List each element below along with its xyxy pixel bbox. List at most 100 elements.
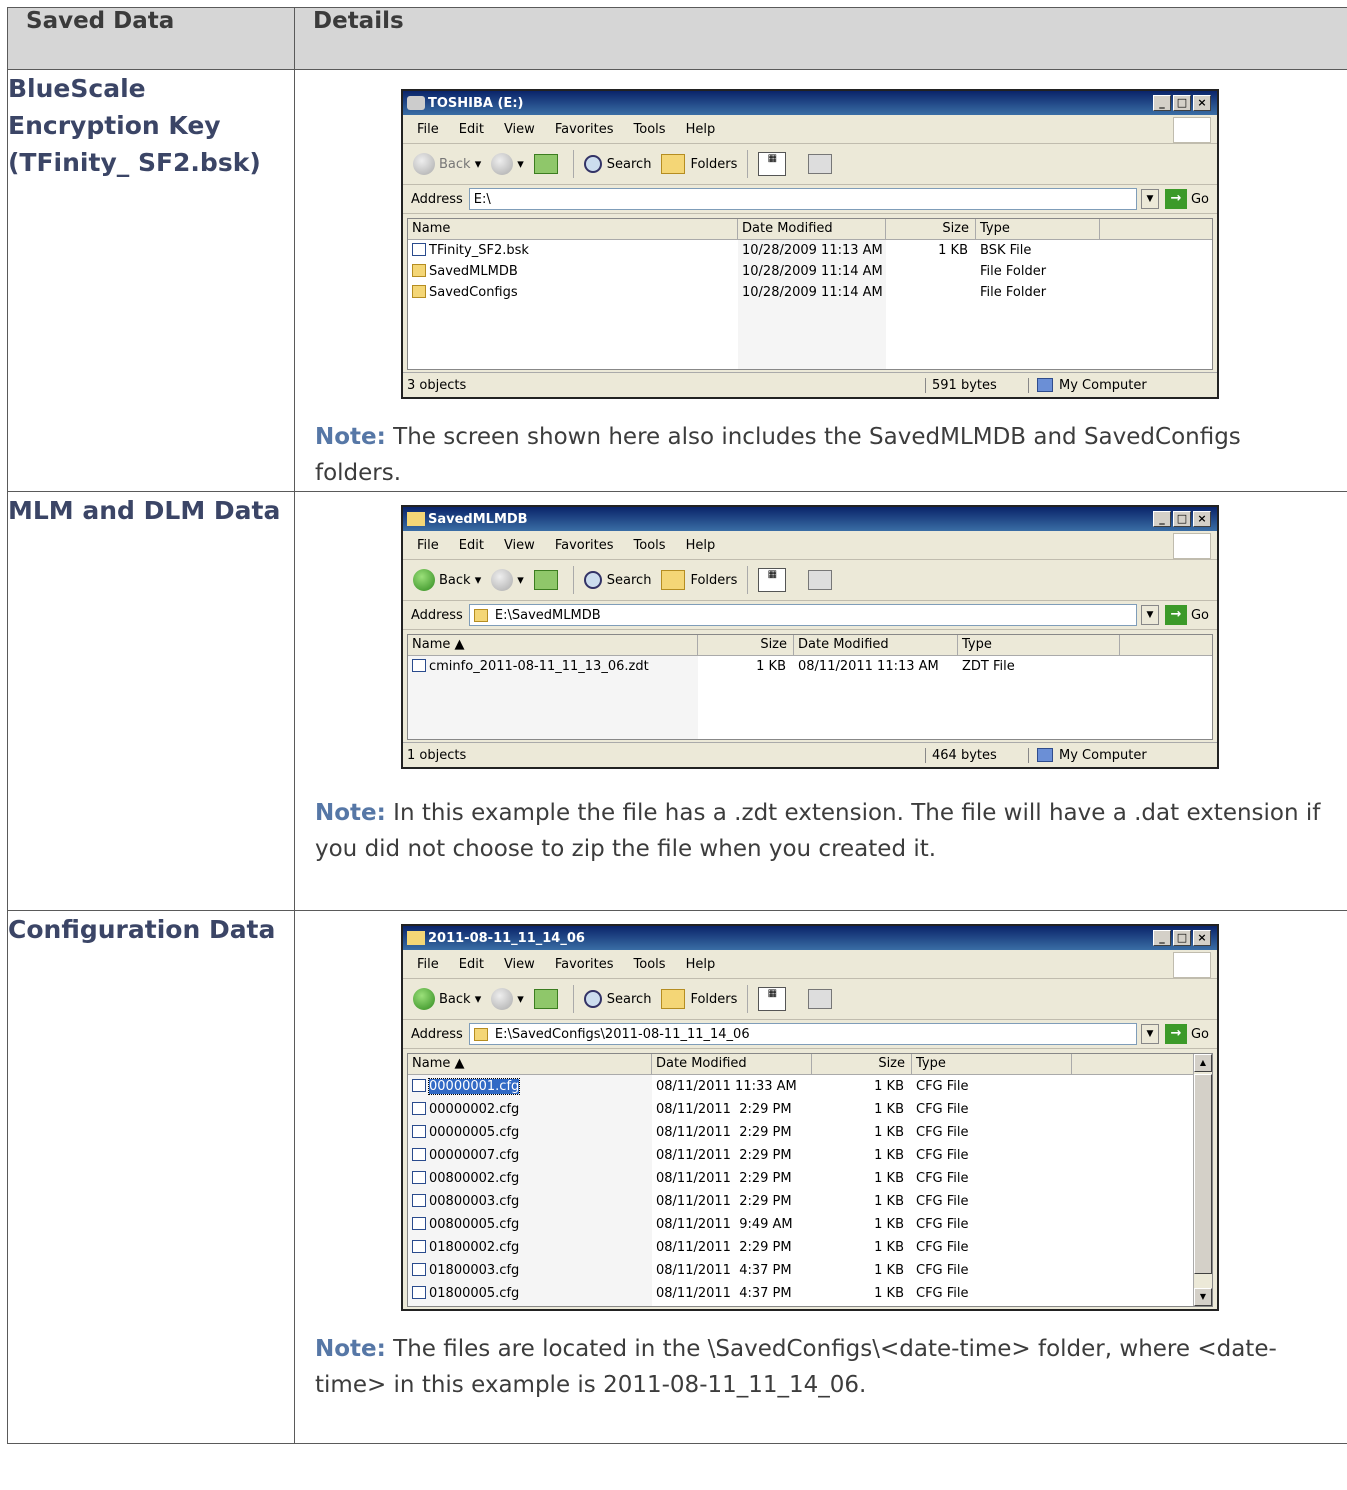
file-row[interactable]: 00000007.cfg 08/11/2011 2:29 PM 1 KB CFG Fi… [408,1144,1212,1167]
close-button[interactable]: × [1193,930,1211,946]
up-folder-button[interactable] [533,154,563,174]
column-size[interactable]: Size [812,1054,912,1074]
go-button[interactable]: → Go [1164,189,1209,209]
views-button[interactable]: ▦ [758,152,798,176]
menu-file[interactable]: File [417,957,439,972]
column-name[interactable]: Name [408,219,738,239]
menu-view[interactable]: View [504,538,535,553]
minimize-button[interactable]: _ [1153,95,1171,111]
menu-view[interactable]: View [504,122,535,137]
menu-help[interactable]: Help [686,122,716,137]
forward-button[interactable]: ▾ [491,153,524,175]
file-row[interactable]: 00000001.cfg 08/11/2011 11:33 AM 1 KB CFG F… [408,1075,1212,1098]
file-row[interactable]: 00800005.cfg 08/11/2011 9:49 AM 1 KB CFG Fi… [408,1213,1212,1236]
folders-button[interactable]: Folders [661,570,737,590]
column-date-modified[interactable]: Date Modified [738,219,886,239]
go-label: Go [1190,191,1209,207]
views-button[interactable]: ▦ [758,568,798,592]
menu-file[interactable]: File [417,538,439,553]
address-input[interactable]: E:\SavedMLMDB [468,604,1137,626]
folder-options-button[interactable] [808,154,837,174]
maximize-button[interactable]: □ [1173,95,1191,111]
file-name: TFinity_SF2.bsk [429,243,529,258]
status-bar: 3 objects 591 bytes My Computer [403,372,1217,397]
file-name: 00000001.cfg [427,1078,521,1095]
close-button[interactable]: × [1193,511,1211,527]
menu-favorites[interactable]: Favorites [555,122,614,137]
folder-options-button[interactable] [808,989,837,1009]
column-date-modified[interactable]: Date Modified [794,635,958,655]
menu-favorites[interactable]: Favorites [555,538,614,553]
file-row[interactable]: SavedMLMDB 10/28/2009 11:14 AM File Fold… [408,261,1212,282]
forward-arrow-icon [491,988,514,1010]
file-row[interactable]: 00800003.cfg 08/11/2011 2:29 PM 1 KB CFG Fi… [408,1190,1212,1213]
back-button[interactable]: Back ▾ [413,569,481,591]
folders-button[interactable]: Folders [661,989,737,1009]
maximize-button[interactable]: □ [1173,930,1191,946]
menu-edit[interactable]: Edit [459,122,484,137]
scroll-up-button[interactable]: ▲ [1194,1054,1212,1072]
file-row[interactable]: 01800002.cfg 08/11/2011 2:29 PM 1 KB CFG Fi… [408,1236,1212,1259]
menu-help[interactable]: Help [686,957,716,972]
file-row[interactable]: 00000005.cfg 08/11/2011 2:29 PM 1 KB CFG Fi… [408,1121,1212,1144]
back-button[interactable]: Back ▾ [413,988,481,1010]
vertical-scrollbar[interactable]: ▲ ▼ [1193,1054,1212,1306]
scroll-down-button[interactable]: ▼ [1194,1288,1212,1306]
column-date-modified[interactable]: Date Modified [652,1054,812,1074]
file-type: CFG File [916,1148,969,1163]
back-label: Back [439,156,471,172]
table-header-row: Saved Data Details [7,7,1347,70]
column-name[interactable]: Name ▲ [408,1054,652,1074]
menu-edit[interactable]: Edit [459,957,484,972]
search-button[interactable]: Search [583,155,651,173]
address-dropdown-button[interactable]: ▼ [1140,1024,1159,1044]
back-button[interactable]: Back ▾ [413,153,481,175]
up-folder-button[interactable] [533,989,563,1009]
folder-icon [661,570,686,590]
file-row[interactable]: cminfo_2011-08-11_11_13_06.zdt 1 KB 08/1… [408,656,1212,677]
address-dropdown-button[interactable]: ▼ [1140,605,1159,625]
address-input[interactable]: E:\SavedConfigs\2011-08-11_11_14_06 [468,1023,1137,1045]
menu-view[interactable]: View [504,957,535,972]
menu-help[interactable]: Help [686,538,716,553]
minimize-button[interactable]: _ [1153,930,1171,946]
file-row[interactable]: SavedConfigs 10/28/2009 11:14 AM File Fo… [408,282,1212,303]
toolbar: Back ▾ ▾ Search Folders ▦ [403,560,1217,601]
file-list-header: Name Date Modified Size Type [408,219,1212,240]
column-size[interactable]: Size [698,635,794,655]
views-button[interactable]: ▦ [758,987,798,1011]
column-type[interactable]: Type [976,219,1100,239]
file-row[interactable]: TFinity_SF2.bsk 10/28/2009 11:13 AM 1 KB… [408,240,1212,261]
menu-favorites[interactable]: Favorites [555,957,614,972]
forward-button[interactable]: ▾ [491,569,524,591]
go-button[interactable]: → Go [1164,605,1209,625]
menu-tools[interactable]: Tools [634,122,666,137]
file-row[interactable]: 00800002.cfg 08/11/2011 2:29 PM 1 KB CFG Fi… [408,1167,1212,1190]
folders-button[interactable]: Folders [661,154,737,174]
search-button[interactable]: Search [583,990,651,1008]
folder-options-button[interactable] [808,570,837,590]
file-row[interactable]: 01800005.cfg 08/11/2011 4:37 PM 1 KB CFG Fi… [408,1282,1212,1305]
menu-file[interactable]: File [417,122,439,137]
close-button[interactable]: × [1193,95,1211,111]
menu-tools[interactable]: Tools [634,538,666,553]
address-input[interactable]: E:\ [468,188,1137,210]
minimize-button[interactable]: _ [1153,511,1171,527]
address-dropdown-button[interactable]: ▼ [1140,189,1159,209]
menu-tools[interactable]: Tools [634,957,666,972]
go-button[interactable]: → Go [1164,1024,1209,1044]
up-folder-button[interactable] [533,570,563,590]
search-button[interactable]: Search [583,571,651,589]
column-size[interactable]: Size [886,219,976,239]
column-name[interactable]: Name ▲ [408,635,698,655]
file-row[interactable]: 01800003.cfg 08/11/2011 4:37 PM 1 KB CFG Fi… [408,1259,1212,1282]
scroll-thumb[interactable] [1194,1074,1212,1274]
file-row[interactable]: 00000002.cfg 08/11/2011 2:29 PM 1 KB CFG Fi… [408,1098,1212,1121]
maximize-button[interactable]: □ [1173,511,1191,527]
back-arrow-icon [413,569,435,591]
column-type[interactable]: Type [912,1054,1072,1074]
column-type[interactable]: Type [958,635,1120,655]
back-label: Back [439,991,471,1007]
forward-button[interactable]: ▾ [491,988,524,1010]
menu-edit[interactable]: Edit [459,538,484,553]
